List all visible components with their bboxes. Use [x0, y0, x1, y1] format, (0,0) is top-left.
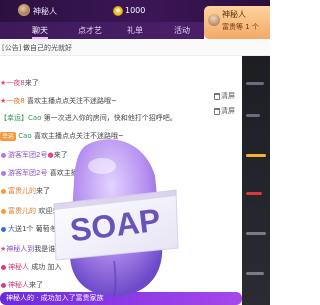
message-user[interactable]: 大 [8, 225, 15, 233]
topbar-user-name: 神秘人 [33, 7, 57, 16]
message-user[interactable]: 富贵儿的 [8, 187, 36, 195]
user-card-avatar [208, 14, 220, 26]
user-dot-icon [1, 152, 6, 158]
tab-chat[interactable]: 聊天 [32, 22, 48, 39]
chat-message: 【幸运】Cao 第一次进入你的房间，快和他打个招呼吧。 [0, 111, 242, 125]
strip-item [242, 108, 270, 122]
coin-icon: ◆ [113, 6, 123, 16]
message-user[interactable]: 一夜8 [6, 79, 24, 87]
message-user[interactable]: 一夜8 [6, 97, 24, 105]
soap-sticker-graphic: SOAP [53, 139, 179, 297]
message-user[interactable]: 游客军团2号 [8, 169, 47, 177]
clear-screen-button[interactable]: 清屏 [214, 90, 242, 102]
user-card[interactable]: 神秘人 富贵等 1 个 [204, 6, 270, 39]
user-dot-icon [1, 264, 6, 270]
message-badge: 幸运 [0, 131, 17, 141]
message-text: 来了 [29, 281, 43, 289]
soap-sticker[interactable]: SOAP [50, 136, 180, 301]
avatar[interactable] [18, 4, 30, 16]
message-user[interactable]: Cao [28, 114, 41, 122]
tab-talent[interactable]: 点才艺 [78, 22, 102, 39]
user-dot-icon [1, 226, 6, 232]
announcement-text: 做自己的光就好 [23, 44, 72, 52]
message-user[interactable]: 神秘人到 [6, 245, 34, 253]
message-user[interactable]: 游客军团2号 [8, 151, 47, 159]
message-text: 来了 [36, 187, 50, 195]
strip-item [242, 186, 270, 200]
tab-gift-list[interactable]: 礼单 [127, 22, 143, 39]
side-strip [242, 56, 270, 305]
trash-icon [214, 92, 220, 100]
message-user[interactable]: 富贵儿的 [8, 207, 36, 215]
message-user[interactable]: 神秘人 [8, 263, 29, 271]
trash-icon [214, 107, 220, 115]
announcement-bar: [公告] : 做自己的光就好 [0, 39, 270, 56]
strip-item [242, 266, 270, 280]
coin-balance: 1000 [125, 6, 146, 15]
tab-bar: 聊天 点才艺 礼单 活动 [0, 22, 204, 39]
strip-item [242, 226, 270, 240]
clear-screen-label: 清屏 [221, 107, 235, 115]
message-text: 第一次进入你的房间，快和他打个招呼吧。 [43, 114, 177, 122]
tab-activity[interactable]: 活动 [174, 22, 190, 39]
user-dot-icon [1, 282, 6, 288]
message-prefix: 【幸运】 [0, 114, 28, 122]
message-user[interactable]: 神秘人 [8, 281, 29, 289]
chat-message: ★一夜8来了 [0, 76, 242, 90]
message-text: 来了 [24, 79, 39, 87]
clear-screen-button-2[interactable]: 清屏 [214, 105, 242, 117]
message-text: 喜欢主播点点关注不迷路哦~ [26, 97, 117, 105]
message-user[interactable]: Cao [18, 132, 31, 140]
user-card-name: 神秘人 [222, 10, 246, 19]
user-dot-icon [1, 170, 6, 176]
user-dot-icon [1, 208, 6, 214]
chat-message: ★一夜8 喜欢主播点点关注不迷路哦~ [0, 94, 242, 108]
strip-item [242, 148, 270, 162]
clear-screen-label: 清屏 [221, 92, 235, 100]
user-card-level: 富贵等 1 个 [222, 23, 259, 31]
user-dot-icon [1, 188, 6, 194]
strip-item [242, 76, 270, 90]
